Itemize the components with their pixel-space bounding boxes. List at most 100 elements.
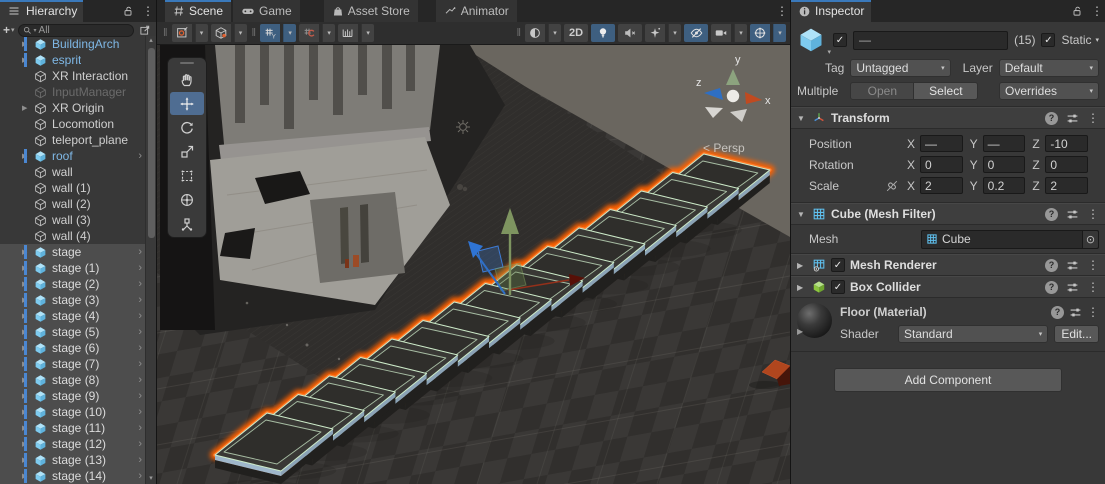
inspector-menu-icon[interactable]: ⋮ — [1091, 5, 1103, 17]
scrollbar-thumb[interactable] — [148, 48, 155, 238]
gizmo-cube-dropdown-icon[interactable]: ▾ — [234, 24, 247, 42]
effects-button[interactable] — [645, 24, 665, 42]
hierarchy-item-xr-interaction[interactable]: XR Interaction — [0, 68, 145, 84]
audio-mute-button[interactable] — [618, 24, 642, 42]
hierarchy-item-stage-11[interactable]: ▶stage (11)› — [0, 420, 145, 436]
draw-mode-button[interactable] — [172, 24, 192, 42]
hierarchy-item-wall[interactable]: wall — [0, 164, 145, 180]
gizmo-center-ball[interactable] — [727, 90, 739, 102]
snap-size-dropdown-icon[interactable]: ▾ — [361, 24, 374, 42]
hierarchy-item-buildingarch[interactable]: ▶BuildingArch — [0, 36, 145, 52]
component-menu-icon[interactable]: ⋮ — [1087, 208, 1099, 220]
snap-increment-dropdown-icon[interactable]: ▾ — [322, 24, 335, 42]
scale-y-field[interactable]: 0.2 — [983, 177, 1026, 194]
open-prefab-arrow-icon[interactable]: › — [138, 326, 142, 338]
edit-shader-button[interactable]: Edit... — [1054, 325, 1099, 343]
open-prefab-arrow-icon[interactable]: › — [138, 262, 142, 274]
grid-visibility-dropdown-icon[interactable]: ▾ — [283, 24, 296, 42]
shader-dropdown[interactable]: Standard▾ — [898, 325, 1048, 343]
transform-tool[interactable] — [170, 188, 204, 211]
help-icon[interactable]: ? — [1045, 281, 1058, 294]
help-icon[interactable]: ? — [1051, 306, 1064, 319]
hierarchy-menu-icon[interactable]: ⋮ — [142, 5, 154, 17]
rotation-y-field[interactable]: 0 — [983, 156, 1026, 173]
hierarchy-item-stage-10[interactable]: ▶stage (10)› — [0, 404, 145, 420]
hierarchy-search-input[interactable]: ▾ All — [18, 24, 134, 37]
shading-mode-button[interactable] — [525, 24, 545, 42]
hierarchy-item-inputmanager[interactable]: InputManager — [0, 84, 145, 100]
tab-animator[interactable]: Animator — [436, 0, 517, 22]
rect-tool[interactable] — [170, 164, 204, 187]
foldout-icon[interactable]: ▼ — [797, 210, 807, 219]
rotation-x-field[interactable]: 0 — [920, 156, 963, 173]
foldout-icon[interactable]: ▶ — [797, 283, 807, 292]
hand-tool[interactable] — [170, 68, 204, 91]
component-menu-icon[interactable]: ⋮ — [1087, 281, 1099, 293]
hierarchy-item-wall-3[interactable]: wall (3) — [0, 212, 145, 228]
scene-3d-view[interactable]: y x z < Persp — [157, 45, 790, 484]
static-checkbox[interactable]: ✓ — [1041, 33, 1055, 47]
collider-enabled-checkbox[interactable]: ✓ — [831, 280, 845, 294]
mesh-filter-header[interactable]: ▼ Cube (Mesh Filter) ? ⋮ — [791, 203, 1105, 225]
camera-settings-button[interactable] — [711, 24, 731, 42]
hierarchy-item-wall-1[interactable]: wall (1) — [0, 180, 145, 196]
open-prefab-arrow-icon[interactable]: › — [138, 406, 142, 418]
component-menu-icon[interactable]: ⋮ — [1087, 112, 1099, 124]
open-prefab-arrow-icon[interactable]: › — [138, 374, 142, 386]
mesh-renderer-header[interactable]: ▶ ✓ Mesh Renderer ? ⋮ — [791, 254, 1105, 276]
open-prefab-button[interactable]: Open — [850, 82, 914, 100]
draw-mode-dropdown-icon[interactable]: ▾ — [195, 24, 208, 42]
static-dropdown-icon[interactable]: ▾ — [1095, 36, 1099, 44]
custom-tool[interactable] — [170, 212, 204, 235]
hierarchy-item-stage-8[interactable]: ▶stage (8)› — [0, 372, 145, 388]
presets-icon[interactable] — [1066, 112, 1079, 125]
gameobject-name-field[interactable]: — — [853, 31, 1008, 50]
presets-icon[interactable] — [1066, 208, 1079, 221]
presets-icon[interactable] — [1066, 281, 1079, 294]
open-prefab-arrow-icon[interactable]: › — [138, 278, 142, 290]
inspector-lock-icon[interactable] — [1069, 3, 1085, 19]
material-foldout-icon[interactable]: ▶ — [797, 327, 803, 336]
tag-dropdown[interactable]: Untagged▾ — [850, 59, 950, 77]
foldout-icon[interactable]: ▼ — [797, 114, 807, 123]
scroll-down-icon[interactable]: ▾ — [149, 474, 153, 484]
component-menu-icon[interactable]: ⋮ — [1087, 259, 1099, 271]
tab-scene[interactable]: Scene — [165, 0, 231, 22]
rotate-tool[interactable] — [170, 116, 204, 139]
tab-game[interactable]: Game — [233, 0, 300, 22]
help-icon[interactable]: ? — [1045, 208, 1058, 221]
scale-x-field[interactable]: 2 — [920, 177, 963, 194]
snap-increment-button[interactable] — [299, 24, 319, 42]
presets-icon[interactable] — [1066, 259, 1079, 272]
hierarchy-item-stage-13[interactable]: ▶stage (13)› — [0, 452, 145, 468]
open-prefab-arrow-icon[interactable]: › — [138, 438, 142, 450]
hierarchy-item-stage-9[interactable]: ▶stage (9)› — [0, 388, 145, 404]
select-prefab-button[interactable]: Select — [914, 82, 978, 100]
component-menu-icon[interactable]: ⋮ — [1087, 306, 1099, 318]
hierarchy-item-stage-14[interactable]: ▶stage (14)› — [0, 468, 145, 484]
gizmos-dropdown-icon[interactable]: ▾ — [773, 24, 786, 42]
camera-dropdown-icon[interactable]: ▾ — [734, 24, 747, 42]
hierarchy-item-xr-origin[interactable]: ▶XR Origin — [0, 100, 145, 116]
help-icon[interactable]: ? — [1045, 259, 1058, 272]
2d-toggle-button[interactable]: 2D — [564, 24, 588, 42]
open-prefab-arrow-icon[interactable]: › — [138, 246, 142, 258]
box-collider-header[interactable]: ▶ ✓ Box Collider ? ⋮ — [791, 276, 1105, 298]
tab-hierarchy[interactable]: Hierarchy — [0, 0, 83, 22]
mesh-object-field[interactable]: Cube ⊙ — [921, 230, 1099, 249]
tab-inspector[interactable]: Inspector — [791, 0, 871, 22]
open-prefab-arrow-icon[interactable]: › — [138, 454, 142, 466]
layer-dropdown[interactable]: Default▾ — [999, 59, 1099, 77]
hierarchy-item-stage-5[interactable]: ▶stage (5)› — [0, 324, 145, 340]
position-y-field[interactable]: — — [983, 135, 1026, 152]
hierarchy-item-locomotion[interactable]: Locomotion — [0, 116, 145, 132]
scale-tool[interactable] — [170, 140, 204, 163]
scene-menu-icon[interactable]: ⋮ — [776, 5, 788, 17]
hierarchy-item-stage-4[interactable]: ▶stage (4)› — [0, 308, 145, 324]
help-icon[interactable]: ? — [1045, 112, 1058, 125]
open-prefab-arrow-icon[interactable]: › — [138, 358, 142, 370]
object-picker-icon[interactable]: ⊙ — [1082, 231, 1098, 248]
search-filter-dropdown-icon[interactable]: ▾ — [34, 27, 37, 34]
hierarchy-item-teleport-plane[interactable]: teleport_plane — [0, 132, 145, 148]
shading-mode-dropdown-icon[interactable]: ▾ — [548, 24, 561, 42]
